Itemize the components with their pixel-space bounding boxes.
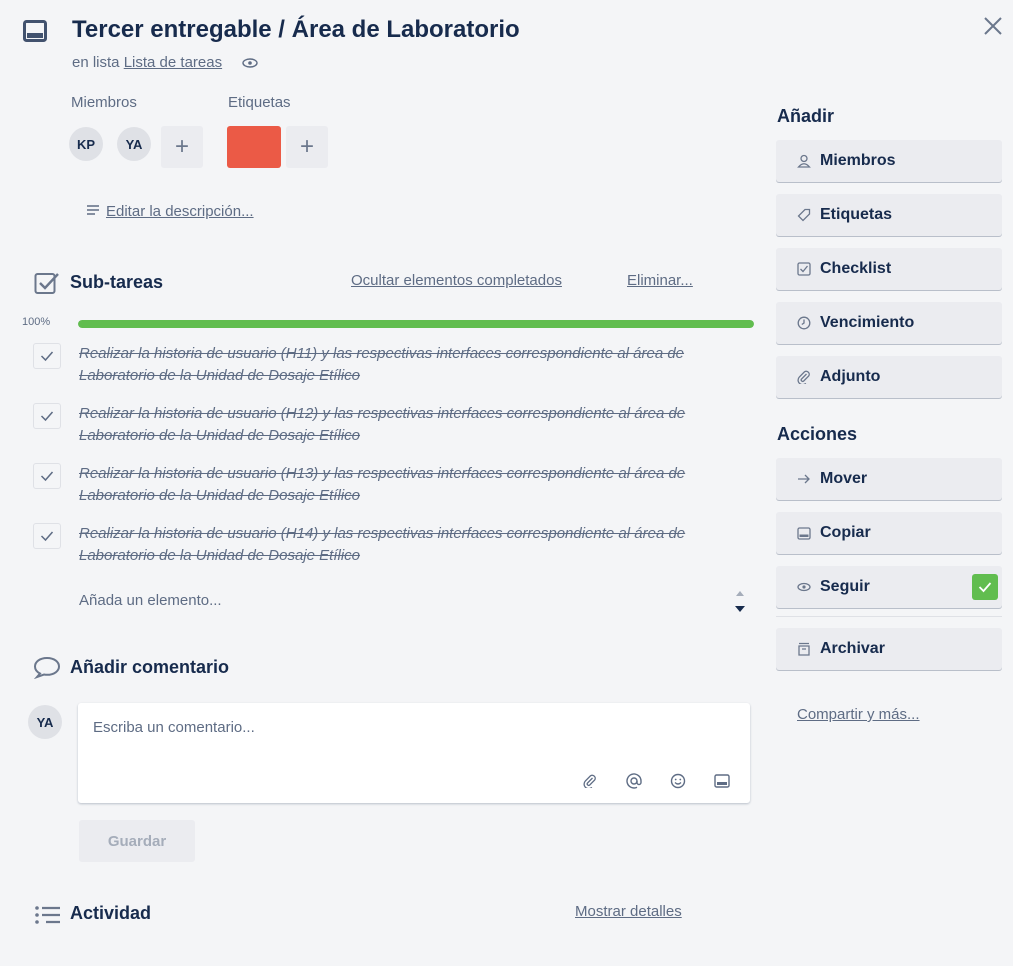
add-label-button[interactable]: + xyxy=(286,126,328,168)
due-date-button-label: Vencimiento xyxy=(820,314,915,331)
item-checkbox[interactable] xyxy=(33,343,61,369)
item-checkbox[interactable] xyxy=(33,403,61,429)
due-date-button[interactable]: Vencimiento xyxy=(776,302,1002,344)
labels-button[interactable]: Etiquetas xyxy=(776,194,1002,236)
progress-fill xyxy=(78,320,754,328)
progress-bar xyxy=(78,320,754,328)
person-icon xyxy=(796,153,812,169)
item-checkbox[interactable] xyxy=(33,523,61,549)
mention-icon[interactable] xyxy=(624,771,644,791)
sidebar-divider xyxy=(776,616,1002,617)
comment-input[interactable]: Escriba un comentario... xyxy=(78,703,750,803)
checklist-title[interactable]: Sub-tareas xyxy=(70,272,163,293)
paperclip-icon[interactable] xyxy=(580,771,600,791)
tag-icon xyxy=(796,207,812,223)
item-text[interactable]: Realizar la historia de usuario (H12) y … xyxy=(79,403,719,447)
follow-button-label: Seguir xyxy=(820,578,870,595)
description-icon xyxy=(86,203,100,220)
list-breadcrumb: en lista Lista de tareas xyxy=(72,54,258,72)
emoji-icon[interactable] xyxy=(668,771,688,791)
comment-section-title: Añadir comentario xyxy=(70,657,230,677)
item-text[interactable]: Realizar la historia de usuario (H13) y … xyxy=(79,463,719,507)
list-link[interactable]: Lista de tareas xyxy=(124,54,222,71)
item-checkbox[interactable] xyxy=(33,463,61,489)
avatar[interactable]: YA xyxy=(117,127,151,161)
edit-description-link[interactable]: Editar la descripción... xyxy=(86,203,254,220)
progress-percent: 100% xyxy=(22,316,51,328)
scroll-arrows-icon[interactable] xyxy=(732,586,748,621)
eye-icon xyxy=(796,579,812,595)
comment-placeholder[interactable]: Escriba un comentario... xyxy=(93,719,255,736)
comment-icon xyxy=(33,655,61,684)
in-list-prefix: en lista xyxy=(72,54,120,71)
paperclip-icon xyxy=(796,369,812,385)
copy-button-label: Copiar xyxy=(820,524,871,541)
archive-button-label: Archivar xyxy=(820,640,885,657)
checklist-icon xyxy=(34,271,60,300)
arrow-right-icon xyxy=(796,471,812,487)
archive-icon xyxy=(796,641,812,657)
watch-eye-icon xyxy=(242,55,258,72)
show-details-link[interactable]: Mostrar detalles xyxy=(575,903,682,920)
save-comment-button[interactable]: Guardar xyxy=(79,820,195,862)
attachment-button[interactable]: Adjunto xyxy=(776,356,1002,398)
card-icon xyxy=(23,20,47,42)
avatar[interactable]: YA xyxy=(28,705,62,739)
item-text[interactable]: Realizar la historia de usuario (H14) y … xyxy=(79,523,719,567)
members-button-label: Miembros xyxy=(820,152,896,169)
close-icon[interactable] xyxy=(980,13,1006,39)
actions-heading: Acciones xyxy=(777,424,858,444)
activity-title: Actividad xyxy=(70,903,152,923)
label-chip[interactable] xyxy=(227,126,281,168)
checklist-button[interactable]: Checklist xyxy=(776,248,1002,290)
item-text[interactable]: Realizar la historia de usuario (H11) y … xyxy=(79,343,719,387)
move-button[interactable]: Mover xyxy=(776,458,1002,500)
edit-description-label: Editar la descripción... xyxy=(106,203,254,220)
copy-button[interactable]: Copiar xyxy=(776,512,1002,554)
add-heading: Añadir xyxy=(777,106,835,126)
card-icon xyxy=(796,525,812,541)
attachment-button-label: Adjunto xyxy=(820,368,881,385)
members-button[interactable]: Miembros xyxy=(776,140,1002,182)
delete-checklist-link[interactable]: Eliminar... xyxy=(627,272,693,289)
move-button-label: Mover xyxy=(820,470,868,487)
follow-button[interactable]: Seguir xyxy=(776,566,1002,608)
activity-icon xyxy=(34,905,62,930)
labels-label: Etiquetas xyxy=(228,94,291,111)
avatar[interactable]: KP xyxy=(69,127,103,161)
members-label: Miembros xyxy=(71,94,137,111)
checkbox-icon xyxy=(796,261,812,277)
following-check-icon xyxy=(972,574,998,600)
share-more-link[interactable]: Compartir y más... xyxy=(797,706,920,723)
archive-button[interactable]: Archivar xyxy=(776,628,1002,670)
add-item-link[interactable]: Añada un elemento... xyxy=(79,592,222,609)
card-attach-icon[interactable] xyxy=(712,771,732,791)
card-title[interactable]: Tercer entregable / Área de Laboratorio xyxy=(72,16,520,44)
clock-icon xyxy=(796,315,812,331)
hide-completed-link[interactable]: Ocultar elementos completados xyxy=(351,272,562,289)
labels-button-label: Etiquetas xyxy=(820,206,893,223)
add-member-button[interactable]: + xyxy=(161,126,203,168)
checklist-button-label: Checklist xyxy=(820,260,892,277)
comment-toolbar xyxy=(580,771,732,791)
